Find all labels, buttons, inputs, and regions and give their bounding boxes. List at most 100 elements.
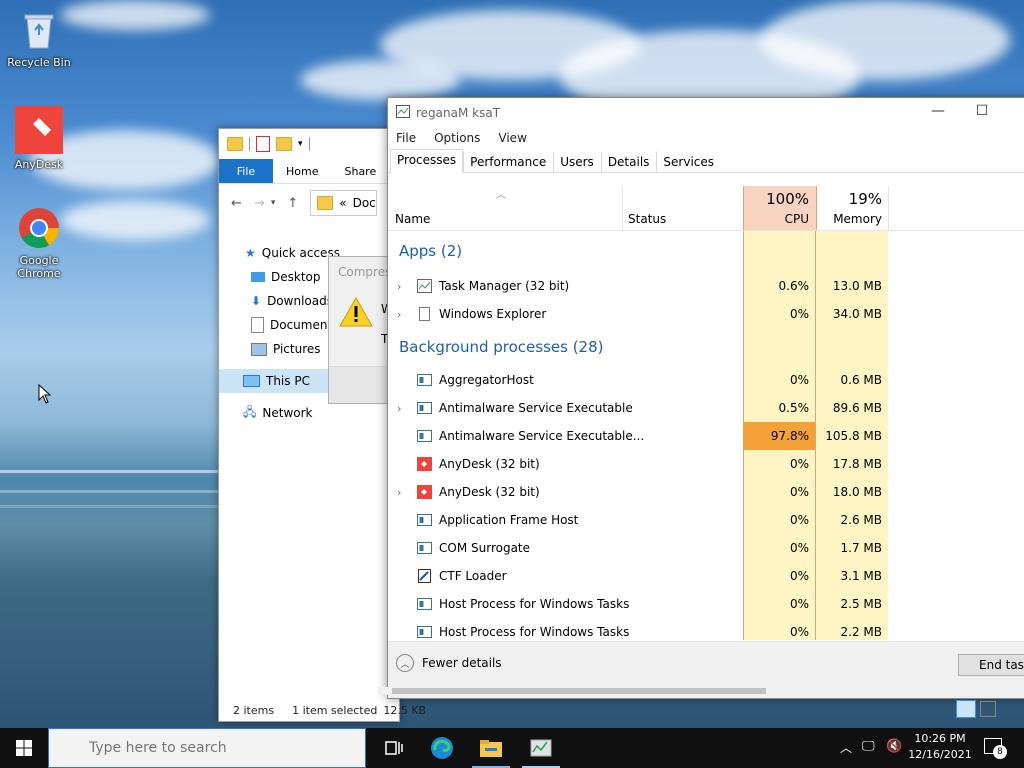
process-cpu: 0% xyxy=(789,569,809,583)
address-bar[interactable]: « Doc xyxy=(310,190,377,216)
desktop-icon-recycle-bin[interactable]: Recycle Bin xyxy=(4,8,74,69)
taskbar: ︿ 🖵 🔇 10:26 PM 12/16/2021 8 xyxy=(0,728,1024,768)
customize-toolbar-icon[interactable]: ▾ xyxy=(298,139,303,149)
end-task-button[interactable]: End task xyxy=(958,654,1024,676)
column-cpu[interactable]: CPU xyxy=(743,212,809,226)
process-cpu: 0% xyxy=(789,541,809,555)
task-view-icon[interactable] xyxy=(382,736,406,760)
star-icon: ★ xyxy=(245,246,256,260)
tab-processes[interactable]: Processes xyxy=(390,149,464,173)
recent-locations-icon[interactable]: ▾ xyxy=(271,198,276,208)
service-window-icon xyxy=(417,626,432,638)
table-row[interactable]: › AnyDesk (32 bit) 0% 18.0 MB xyxy=(388,478,1024,506)
table-row[interactable]: Application Frame Host 0% 2.6 MB xyxy=(388,506,1024,534)
desktop-icon-anydesk[interactable]: AnyDesk xyxy=(4,106,74,171)
table-row[interactable]: AnyDesk (32 bit) 0% 17.8 MB xyxy=(388,450,1024,478)
tab-details[interactable]: Details xyxy=(600,151,657,172)
menu-options[interactable]: Options xyxy=(434,131,480,145)
table-row[interactable]: › Task Manager (32 bit) 0.6% 13.0 MB xyxy=(388,272,1024,300)
column-name[interactable]: Name xyxy=(395,212,430,226)
clock[interactable]: 10:26 PM 12/16/2021 xyxy=(908,731,972,763)
tab-share[interactable]: Share xyxy=(331,165,389,178)
address-bar-row: ← → ▾ ↑ « Doc xyxy=(219,184,399,222)
menu-file[interactable]: File xyxy=(396,131,416,145)
tab-services[interactable]: Services xyxy=(656,151,721,172)
minimize-icon[interactable]: — xyxy=(928,103,948,119)
tab-home[interactable]: Home xyxy=(273,165,331,178)
table-row[interactable]: Host Process for Windows Tasks 0% 2.2 MB xyxy=(388,618,1024,640)
service-window-icon xyxy=(417,430,432,442)
table-row[interactable]: AggregatorHost 0% 0.6 MB xyxy=(388,366,1024,394)
process-name: Antimalware Service Executable xyxy=(439,401,633,415)
menu-view[interactable]: View xyxy=(498,131,526,145)
task-manager-window[interactable]: reganaM ksaT — ☐ File Options View Proce… xyxy=(387,97,1024,699)
tab-users[interactable]: Users xyxy=(553,151,601,172)
table-row[interactable]: › Antimalware Service Executable 0.5% 89… xyxy=(388,394,1024,422)
explorer-horizontal-scrollbar[interactable] xyxy=(378,687,1018,695)
nav-network[interactable]: 🖧 Network xyxy=(219,401,399,425)
task-manager-taskbar-icon[interactable] xyxy=(529,736,553,760)
process-memory: 105.8 MB xyxy=(825,429,882,443)
process-cpu: 0% xyxy=(789,307,809,321)
tab-performance[interactable]: Performance xyxy=(463,151,553,172)
column-header: ︿ Name Status 100% CPU 19% Memory xyxy=(388,186,1024,231)
fewer-details-button[interactable]: ︿ Fewer details xyxy=(396,654,502,672)
expand-chevron-icon[interactable]: › xyxy=(397,308,401,321)
properties-icon[interactable] xyxy=(256,136,270,152)
large-icons-view-icon[interactable] xyxy=(980,701,996,717)
folder-icon[interactable] xyxy=(227,137,243,151)
sort-arrow-icon: ︿ xyxy=(496,190,506,201)
up-arrow-icon[interactable]: ↑ xyxy=(287,196,298,211)
item-count: 2 items xyxy=(233,704,275,717)
edge-browser-icon[interactable] xyxy=(430,736,454,760)
volume-muted-icon[interactable]: 🔇 xyxy=(886,739,902,754)
title-bar[interactable]: reganaM ksaT — ☐ xyxy=(388,98,1024,128)
ribbon-tabs: File Home Share xyxy=(219,159,399,184)
file-explorer-taskbar-icon[interactable] xyxy=(479,736,503,760)
notification-count-badge: 8 xyxy=(993,745,1007,759)
expand-chevron-icon[interactable]: › xyxy=(397,280,401,293)
back-arrow-icon[interactable]: ← xyxy=(231,196,242,211)
process-name: COM Surrogate xyxy=(439,541,531,555)
service-window-icon xyxy=(417,514,432,526)
tab-file[interactable]: File xyxy=(219,159,273,183)
memory-total: 19% xyxy=(848,190,882,208)
details-view-icon[interactable] xyxy=(956,700,976,718)
process-name: Application Frame Host xyxy=(439,513,579,527)
menu-bar: File Options View xyxy=(388,128,1024,148)
new-folder-icon[interactable] xyxy=(276,137,292,151)
expand-chevron-icon[interactable]: › xyxy=(397,402,401,415)
compress-dialog[interactable]: Compres W T xyxy=(328,256,393,404)
expand-chevron-icon[interactable]: › xyxy=(397,486,401,499)
column-status[interactable]: Status xyxy=(628,212,666,226)
process-cpu: 0.5% xyxy=(778,401,810,415)
search-input[interactable] xyxy=(87,739,351,757)
maximize-icon[interactable]: ☐ xyxy=(972,103,992,119)
anydesk-icon xyxy=(417,457,432,471)
group-header-background[interactable]: Background processes (28) xyxy=(388,328,1024,366)
process-cpu: 97.8% xyxy=(770,429,809,443)
group-header-apps[interactable]: Apps (2) xyxy=(388,230,1024,272)
scrollbar-thumb[interactable] xyxy=(392,688,766,694)
desktop-icon-chrome[interactable]: Google Chrome xyxy=(4,206,74,280)
windows-logo-icon xyxy=(16,740,32,756)
process-memory: 0.6 MB xyxy=(840,373,882,387)
document-icon xyxy=(419,307,430,321)
show-hidden-icons-chevron-icon[interactable]: ︿ xyxy=(840,739,852,756)
network-status-icon[interactable]: 🖵 xyxy=(862,739,875,754)
table-row[interactable]: Antimalware Service Executable... 97.8% … xyxy=(388,422,1024,450)
notification-center-icon[interactable]: 8 xyxy=(984,738,1007,759)
table-row[interactable]: CTF Loader 0% 3.1 MB xyxy=(388,562,1024,590)
forward-arrow-icon[interactable]: → xyxy=(254,196,265,211)
table-row[interactable]: COM Surrogate 0% 1.7 MB xyxy=(388,534,1024,562)
file-explorer-window[interactable]: ▾ File Home Share ← → ▾ ↑ « Doc ★ Quick … xyxy=(218,128,426,722)
table-row[interactable]: › Windows Explorer 0% 34.0 MB xyxy=(388,300,1024,328)
column-memory[interactable]: Memory xyxy=(816,212,882,226)
table-row[interactable]: Host Process for Windows Tasks 0% 2.5 MB xyxy=(388,590,1024,618)
taskbar-search-box[interactable] xyxy=(48,728,366,768)
ctf-loader-icon xyxy=(418,569,431,583)
clock-date: 12/16/2021 xyxy=(908,748,972,761)
start-button[interactable] xyxy=(0,728,48,768)
document-icon xyxy=(251,317,264,333)
recycle-bin-icon xyxy=(17,8,61,52)
